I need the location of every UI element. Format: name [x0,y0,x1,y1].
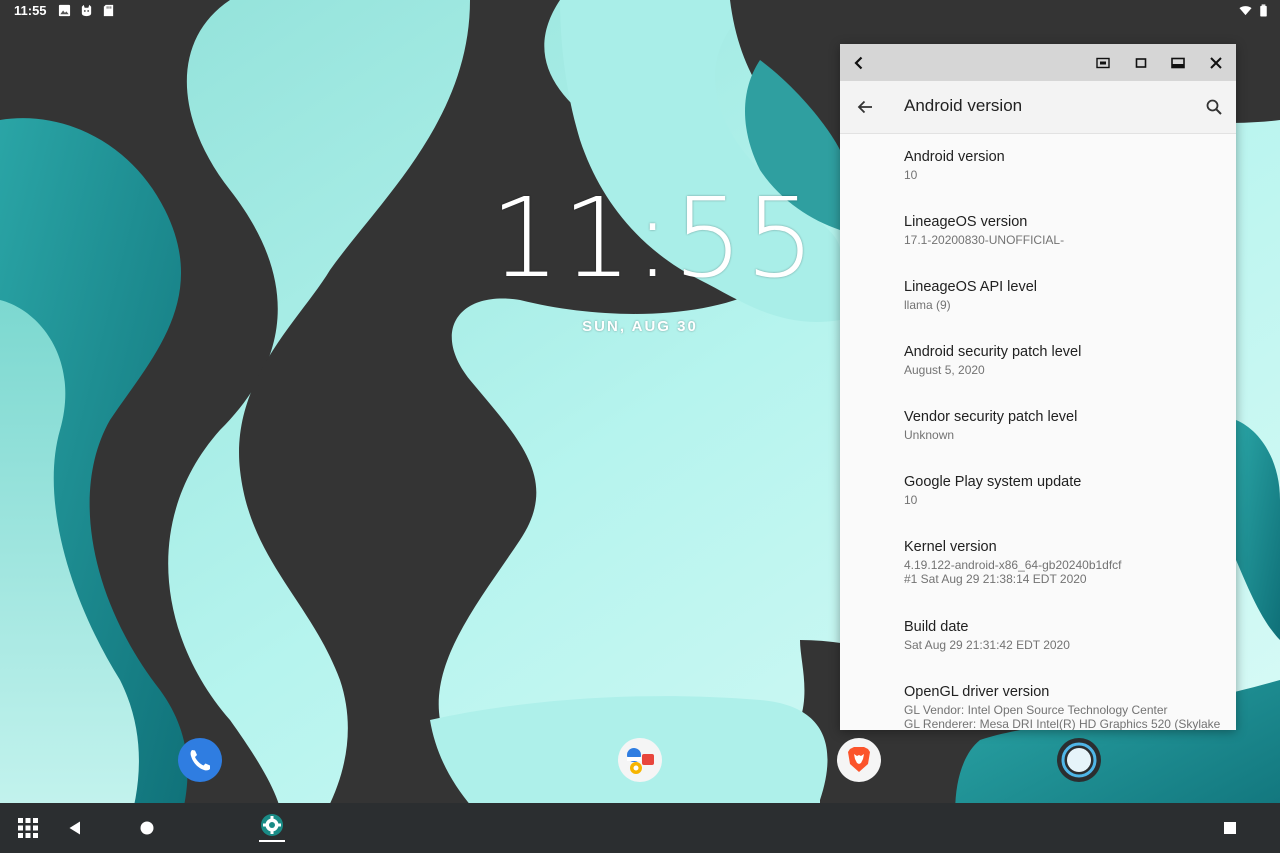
phone-app-icon[interactable] [177,737,223,783]
circle-app-icon[interactable] [1056,737,1102,783]
pref-title: Android security patch level [904,344,1082,360]
page-title: Android version [904,96,1023,115]
pref-title: LineageOS version [904,214,1028,230]
pref-title: Android version [904,149,1005,165]
screenshot-icon[interactable] [1090,50,1116,76]
search-icon[interactable] [1200,93,1228,121]
pref-title: OpenGL driver version [904,684,1050,700]
sd-card-icon [102,4,115,17]
pref-summary: Unknown [904,428,955,442]
pref-title: Build date [904,619,969,635]
wifi-icon [1239,4,1252,17]
status-time: 11:55 [14,3,47,18]
pref-lineageos-version[interactable]: LineageOS version 17.1-20200830-UNOFFICI… [904,213,1224,247]
pref-summary: 10 [904,493,918,507]
brave-browser-icon[interactable] [836,737,882,783]
app-grid-icon[interactable] [15,815,41,841]
pref-title: LineageOS API level [904,279,1038,295]
restore-icon[interactable] [1128,50,1154,76]
settings-window: Android version Android version 10 Linea… [840,44,1236,730]
maximize-icon[interactable] [1165,50,1191,76]
pref-summary: 10 [904,168,918,182]
app-bar: Android version [840,81,1236,134]
image-icon [58,4,71,17]
android-desktop: 11:55 11:55 SUN, AUG 30 Android version … [0,0,1280,853]
back-chevron-icon[interactable] [846,50,872,76]
pref-summary: August 5, 2020 [904,363,985,377]
pref-android-security-patch[interactable]: Android security patch level August 5, 2… [904,343,1224,377]
navigate-up-arrow-icon[interactable] [851,93,879,121]
lockscreen-clock: 11:55 [490,174,818,302]
home-icon[interactable] [134,815,160,841]
recents-icon[interactable] [1217,815,1243,841]
navigation-bar [0,803,1280,853]
pref-lineageos-api-level[interactable]: LineageOS API level llama (9) [904,278,1224,312]
pref-opengl-driver-version[interactable]: OpenGL driver version GL Vendor: Intel O… [904,683,1224,730]
pref-title: Kernel version [904,539,997,555]
status-bar: 11:55 [0,0,1280,22]
pref-summary: llama (9) [904,298,951,312]
pref-google-play-system-update[interactable]: Google Play system update 10 [904,473,1224,507]
window-caption-bar[interactable] [840,44,1236,81]
cat-icon [80,4,93,17]
back-icon[interactable] [62,815,88,841]
pref-android-version[interactable]: Android version 10 [904,148,1224,182]
active-task-indicator [259,840,285,842]
pref-title: Google Play system update [904,474,1082,490]
pref-kernel-version[interactable]: Kernel version 4.19.122-android-x86_64-g… [904,538,1224,586]
contacts-app-icon[interactable] [617,737,663,783]
pref-summary-line2: #1 Sat Aug 29 21:38:14 EDT 2020 [904,572,1087,586]
pref-vendor-security-patch[interactable]: Vendor security patch level Unknown [904,408,1224,442]
pref-summary: 17.1-20200830-UNOFFICIAL- [904,233,1065,247]
settings-task-icon[interactable] [259,812,285,838]
lockscreen-date: SUN, AUG 30 [582,318,698,335]
battery-icon [1257,4,1270,17]
pref-build-date[interactable]: Build date Sat Aug 29 21:31:42 EDT 2020 [904,618,1224,652]
pref-title: Vendor security patch level [904,409,1078,425]
pref-summary-line2: GL Renderer: Mesa DRI Intel(R) HD Graphi… [904,717,1221,730]
pref-summary: 4.19.122-android-x86_64-gb20240b1dfcf [904,558,1122,572]
close-icon[interactable] [1203,50,1229,76]
pref-summary: Sat Aug 29 21:31:42 EDT 2020 [904,638,1070,652]
pref-summary: GL Vendor: Intel Open Source Technology … [904,703,1168,717]
